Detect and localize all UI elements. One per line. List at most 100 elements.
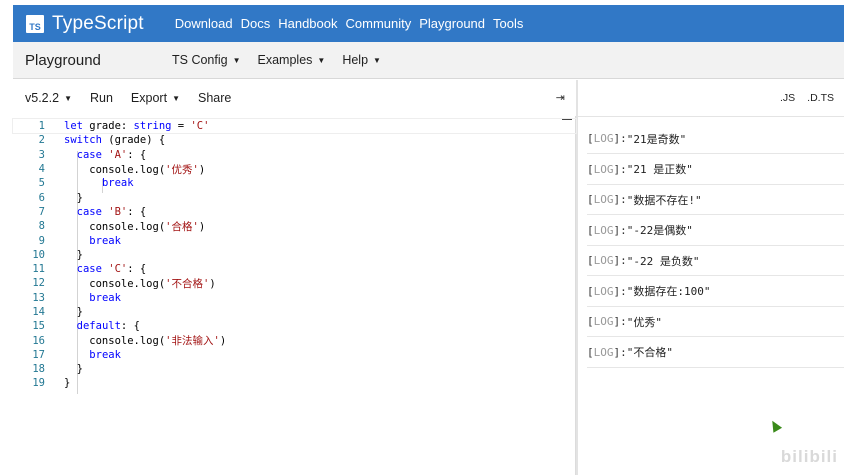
version-label: v5.2.2: [25, 91, 60, 105]
line-number: 12: [32, 277, 45, 290]
log-bracket: [: [587, 254, 594, 268]
code-line[interactable]: 10 }: [13, 248, 576, 262]
line-number: 17: [32, 348, 45, 361]
playground-subbar: Playground TS Config ▼ Examples ▼ Help ▼: [13, 42, 844, 79]
chevron-down-icon: ▼: [232, 55, 241, 65]
log-tag: LOG: [593, 132, 614, 146]
nav-docs[interactable]: Docs: [241, 16, 271, 31]
line-number: 6: [38, 191, 45, 204]
code-line[interactable]: 3 case 'A': {: [13, 148, 576, 162]
ts-config-label: TS Config: [172, 53, 228, 67]
log-bracket: [: [587, 284, 594, 298]
share-label: Share: [197, 91, 232, 105]
help-menu[interactable]: Help ▼: [342, 53, 381, 67]
code-line[interactable]: 14 }: [13, 305, 576, 319]
log-bracket: [: [587, 315, 594, 329]
examples-label: Examples: [257, 53, 313, 67]
code-line[interactable]: 13 break: [13, 291, 576, 305]
log-tag: LOG: [593, 254, 614, 268]
log-bracket: [: [587, 223, 594, 237]
code-text: switch (grade) {: [64, 134, 166, 147]
code-line[interactable]: 12 console.log('不合格'): [13, 276, 576, 290]
code-editor[interactable]: 1 let grade: string = 'C' 2 switch (grade) …: [12, 116, 577, 475]
code-text: }: [64, 248, 83, 261]
tab-dts[interactable]: .D.TS: [807, 92, 834, 104]
code-text: }: [64, 363, 83, 376]
code-text: let grade: string = 'C': [64, 120, 210, 133]
log-entry: [LOG]: "不合格": [587, 338, 844, 368]
line-number: 13: [32, 291, 45, 304]
nav-handbook[interactable]: Handbook: [278, 16, 337, 31]
tab-js[interactable]: .JS: [780, 92, 795, 104]
line-number: 5: [38, 177, 45, 190]
log-tag: LOG: [593, 315, 614, 329]
code-line[interactable]: 17 break: [13, 348, 576, 362]
log-bracket: ]:: [613, 345, 627, 359]
log-tag: LOG: [593, 223, 614, 237]
log-entry: [LOG]: "21 是正数": [587, 155, 844, 185]
log-bracket: [: [587, 345, 594, 359]
code-text: case 'C': {: [76, 263, 147, 276]
brand[interactable]: TS TypeScript: [26, 13, 144, 35]
chevron-down-icon: ▼: [64, 93, 72, 103]
log-message: "优秀": [626, 315, 662, 329]
line-number: 16: [32, 334, 45, 347]
line-number: 4: [38, 163, 45, 176]
log-bracket: ]:: [613, 193, 627, 207]
page-title: Playground: [25, 51, 101, 69]
code-line[interactable]: 2 switch (grade) {: [13, 133, 576, 147]
code-line[interactable]: 5 break: [13, 176, 576, 190]
help-label: Help: [342, 53, 369, 67]
log-bracket: [: [587, 193, 594, 207]
log-bracket: ]:: [613, 132, 627, 146]
code-line[interactable]: 7 case 'B': {: [13, 205, 576, 219]
export-menu[interactable]: Export ▼: [131, 91, 180, 105]
log-entry: [LOG]: "数据不存在!": [587, 185, 844, 216]
log-bracket: ]:: [613, 223, 627, 237]
code-line[interactable]: 6 }: [13, 190, 576, 204]
log-message: "21是奇数": [626, 132, 687, 146]
code-line[interactable]: 16 console.log('非法输入'): [13, 333, 576, 348]
log-tag: LOG: [593, 193, 614, 207]
code-text: console.log('不合格'): [64, 277, 216, 290]
code-text: case 'B': {: [76, 205, 147, 218]
code-line[interactable]: 8 console.log('合格'): [13, 219, 576, 233]
line-number: 18: [32, 363, 45, 376]
share-button[interactable]: Share: [198, 91, 231, 105]
run-label: Run: [89, 91, 113, 105]
code-line[interactable]: 11 case 'C': {: [13, 262, 576, 276]
code-line[interactable]: 9 break: [13, 233, 576, 247]
editor-toolbar: v5.2.2 ▼ Run Export ▼ Share ⇥: [13, 80, 576, 116]
nav-tools[interactable]: Tools: [493, 16, 523, 31]
code-text: }: [64, 377, 71, 390]
code-text: console.log('非法输入'): [64, 335, 227, 348]
run-button[interactable]: Run: [90, 91, 113, 105]
log-tag: LOG: [593, 162, 614, 176]
output-pane: .JS .D.TS [LOG]: "21是奇数"[LOG]: "21 是正数"[…: [578, 80, 844, 475]
typescript-logo-icon: TS: [26, 14, 44, 33]
log-tag: LOG: [593, 345, 614, 359]
code-line[interactable]: 19}: [13, 376, 576, 390]
line-number: 14: [32, 306, 45, 318]
code-line[interactable]: 15 default: {: [13, 319, 576, 333]
code-line[interactable]: 18 }: [13, 362, 576, 376]
code-text: break: [89, 348, 121, 361]
code-text: default: {: [76, 320, 140, 333]
collapse-sidebar-icon[interactable]: ⇥: [556, 91, 565, 104]
log-bracket: [: [587, 162, 594, 176]
version-select[interactable]: v5.2.2 ▼: [25, 91, 72, 105]
ts-config-menu[interactable]: TS Config ▼: [172, 53, 241, 67]
code-text: console.log('合格'): [64, 220, 206, 233]
line-number: 15: [32, 320, 45, 333]
log-message: "数据存在:100": [626, 285, 711, 299]
code-line[interactable]: 1 let grade: string = 'C': [12, 117, 577, 135]
code-text: }: [64, 306, 83, 318]
nav-playground[interactable]: Playground: [419, 16, 485, 31]
nav-community[interactable]: Community: [346, 16, 412, 31]
log-entry: [LOG]: "-22是偶数": [587, 216, 844, 246]
log-message: "数据不存在!": [626, 193, 702, 207]
code-text: case 'A': {: [76, 148, 147, 161]
examples-menu[interactable]: Examples ▼: [258, 53, 326, 67]
code-line[interactable]: 4 console.log('优秀'): [13, 162, 576, 176]
nav-download[interactable]: Download: [175, 16, 233, 31]
